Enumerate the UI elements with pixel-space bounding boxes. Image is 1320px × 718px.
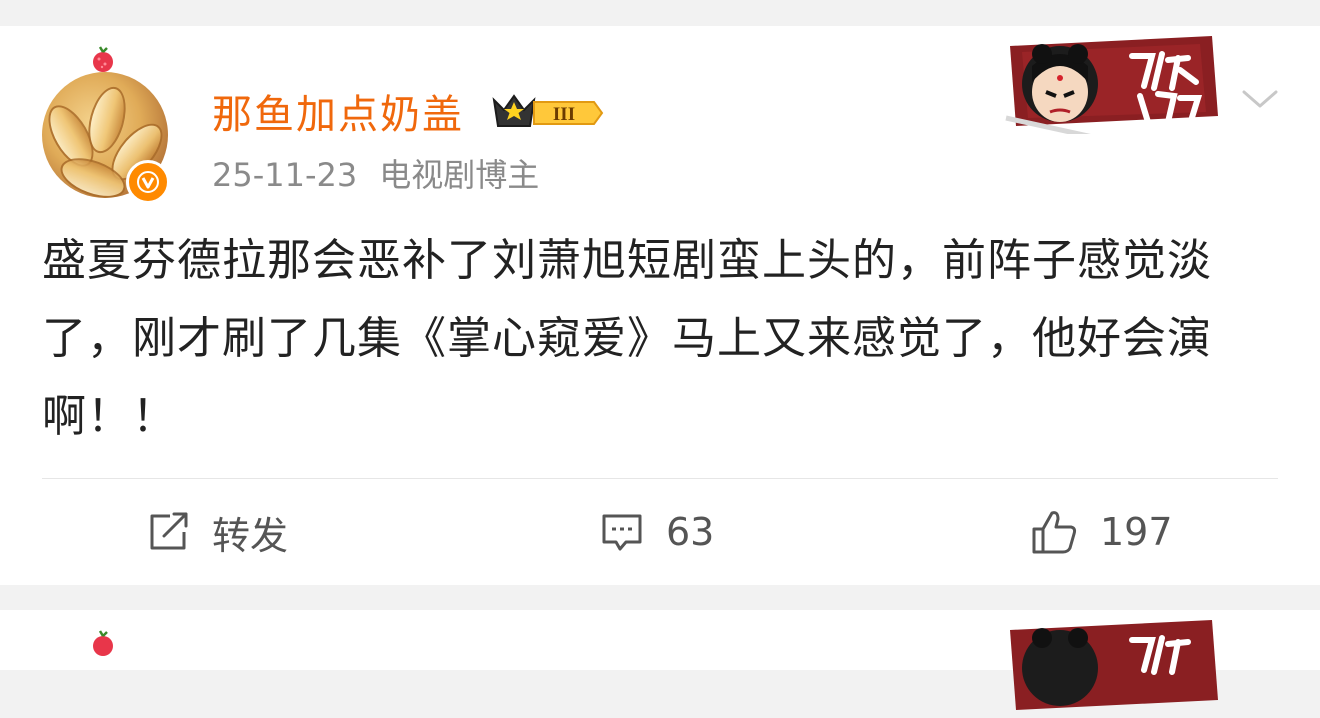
decorative-sticker [1010,620,1218,710]
username[interactable]: 那鱼加点奶盖 [212,82,464,140]
next-post-card[interactable] [0,610,1320,710]
user-tag: 电视剧博主 [379,156,540,194]
comment-button[interactable]: 63 [600,504,714,560]
verified-v-icon [137,171,159,193]
like-button[interactable]: 197 [1030,504,1173,560]
post-card[interactable]: 那鱼加点奶盖 III 25-11-23 电视剧博主 盛夏芬德拉那会恶补了刘萧旭短剧… [0,26,1320,585]
member-level: III [553,104,575,125]
post-date: 25-11-23 [212,156,358,194]
lychee-icon [93,46,113,72]
comment-icon [602,514,642,551]
lychee-icon [93,630,113,656]
divider [42,478,1278,479]
comment-count: 63 [666,510,715,554]
repost-label: 转发 [212,513,289,558]
crown-icon[interactable]: III [490,86,606,136]
post-content: 盛夏芬德拉那会恶补了刘萧旭短剧蛮上头的，前阵子感觉淡了，刚才刷了几集《掌心窥爱》… [42,235,1212,442]
like-count: 197 [1100,510,1173,554]
post-meta: 25-11-23 电视剧博主 [212,150,539,196]
verified-badge [126,160,170,204]
thumbs-up-icon [1032,511,1077,554]
repost-icon [150,512,188,550]
repost-button[interactable]: 转发 [148,504,288,560]
chevron-down-icon[interactable] [1240,84,1280,114]
decorative-sticker [1005,36,1218,134]
